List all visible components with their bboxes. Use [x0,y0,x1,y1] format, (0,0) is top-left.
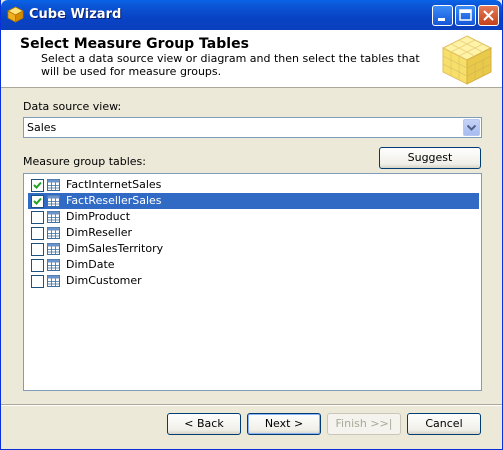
window-title: Cube Wizard [29,7,122,22]
measure-group-tables-label: Measure group tables: [23,155,146,168]
chevron-down-icon [467,125,476,131]
table-checkbox[interactable] [31,275,44,288]
data-source-value: Sales [27,121,57,134]
table-checkbox[interactable] [31,211,44,224]
table-name: FactResellerSales [64,194,164,208]
data-source-dropdown[interactable]: Sales [23,117,482,138]
table-name: DimProduct [66,210,131,223]
table-icon [47,195,60,207]
table-checkbox[interactable] [31,259,44,272]
table-name: DimReseller [66,226,133,239]
cube-app-icon [7,6,24,23]
wizard-header: Select Measure Group Tables Select a dat… [1,30,502,88]
table-name: DimDate [66,258,115,271]
table-checkbox[interactable] [31,227,44,240]
table-name: FactInternetSales [66,178,162,191]
maximize-button[interactable] [455,5,476,26]
maximize-icon [459,9,472,21]
list-item[interactable]: DimProduct [28,209,479,225]
table-icon [47,243,60,255]
list-item[interactable]: DimCustomer [28,273,479,289]
data-source-label: Data source view: [23,100,122,113]
title-bar[interactable]: Cube Wizard [1,0,502,30]
table-icon [47,179,60,191]
check-icon [33,181,42,189]
measure-group-tables-list[interactable]: FactInternetSales FactResellerSales DimPro… [23,173,482,391]
wizard-window: Cube Wizard Select Measure Group Tables … [0,0,503,450]
list-item[interactable]: FactResellerSales [28,193,479,209]
table-checkbox[interactable] [31,195,44,208]
page-title: Select Measure Group Tables [20,36,249,52]
suggest-button[interactable]: Suggest [379,147,481,169]
table-icon [47,259,60,271]
list-item[interactable]: DimSalesTerritory [28,241,479,257]
table-name: DimCustomer [66,274,142,287]
table-checkbox[interactable] [31,179,44,192]
close-button[interactable] [478,5,499,26]
list-item[interactable]: FactInternetSales [28,177,479,193]
table-icon [47,227,60,239]
separator [1,404,502,406]
minimize-button[interactable] [432,5,453,26]
minimize-icon [438,18,445,21]
back-button[interactable]: < Back [167,413,241,435]
table-icon [47,275,60,287]
table-icon [47,211,60,223]
table-name: DimSalesTerritory [66,242,164,255]
page-description: Select a data source view or diagram and… [41,52,420,78]
check-icon [33,197,42,205]
next-button[interactable]: Next > [247,413,321,435]
close-icon [483,10,494,21]
table-checkbox[interactable] [31,243,44,256]
cancel-button[interactable]: Cancel [407,413,481,435]
finish-button[interactable]: Finish >>| [327,413,401,435]
list-item[interactable]: DimDate [28,257,479,273]
dropdown-button[interactable] [463,119,480,136]
list-item[interactable]: DimReseller [28,225,479,241]
cube-icon [441,35,493,85]
